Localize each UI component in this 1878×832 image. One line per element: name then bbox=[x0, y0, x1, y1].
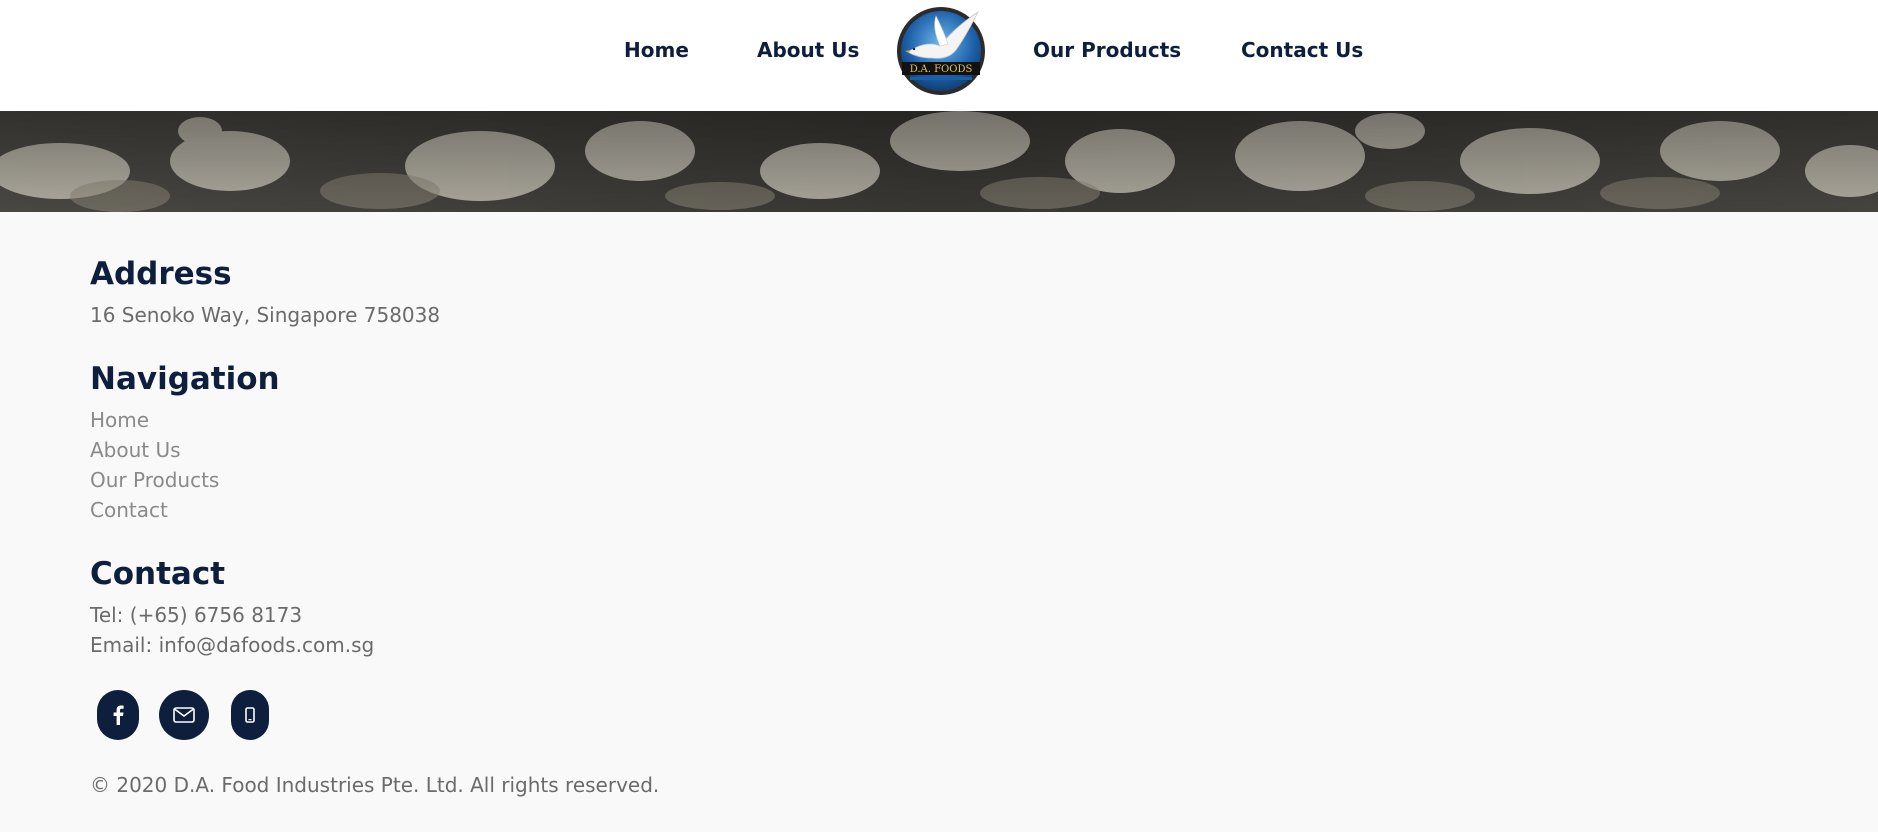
facebook-icon bbox=[113, 705, 124, 725]
contact-heading: Contact bbox=[90, 556, 226, 592]
copyright-text: © 2020 D.A. Food Industries Pte. Ltd. Al… bbox=[90, 773, 660, 797]
footer-nav-our-products-link[interactable]: Our Products bbox=[90, 468, 219, 492]
navigation-heading: Navigation bbox=[90, 361, 280, 397]
ducks-banner-image bbox=[0, 111, 1878, 212]
nav-about-us-link[interactable]: About Us bbox=[757, 38, 859, 62]
nav-contact-us-link[interactable]: Contact Us bbox=[1241, 38, 1363, 62]
address-text: 16 Senoko Way, Singapore 758038 bbox=[90, 303, 441, 327]
contact-email: Email: info@dafoods.com.sg bbox=[90, 633, 375, 657]
envelope-icon bbox=[173, 707, 195, 723]
email-button[interactable] bbox=[159, 690, 209, 740]
nav-our-products-link[interactable]: Our Products bbox=[1033, 38, 1181, 62]
footer-nav-contact-link[interactable]: Contact bbox=[90, 498, 168, 522]
facebook-button[interactable] bbox=[97, 690, 139, 740]
contact-tel: Tel: (+65) 6756 8173 bbox=[90, 603, 303, 627]
nav-home-link[interactable]: Home bbox=[624, 38, 689, 62]
address-heading: Address bbox=[90, 256, 232, 292]
top-navigation-bar: Home About Us D.A. FOODS Our Products Co… bbox=[0, 0, 1878, 111]
mobile-phone-icon bbox=[245, 707, 255, 723]
da-foods-logo[interactable]: D.A. FOODS bbox=[896, 6, 986, 96]
footer-nav-home-link[interactable]: Home bbox=[90, 408, 149, 432]
logo-wordmark: D.A. FOODS bbox=[910, 64, 973, 75]
phone-button[interactable] bbox=[231, 690, 269, 740]
footer-nav-about-us-link[interactable]: About Us bbox=[90, 438, 181, 462]
footer: Address 16 Senoko Way, Singapore 758038 … bbox=[0, 212, 1878, 832]
